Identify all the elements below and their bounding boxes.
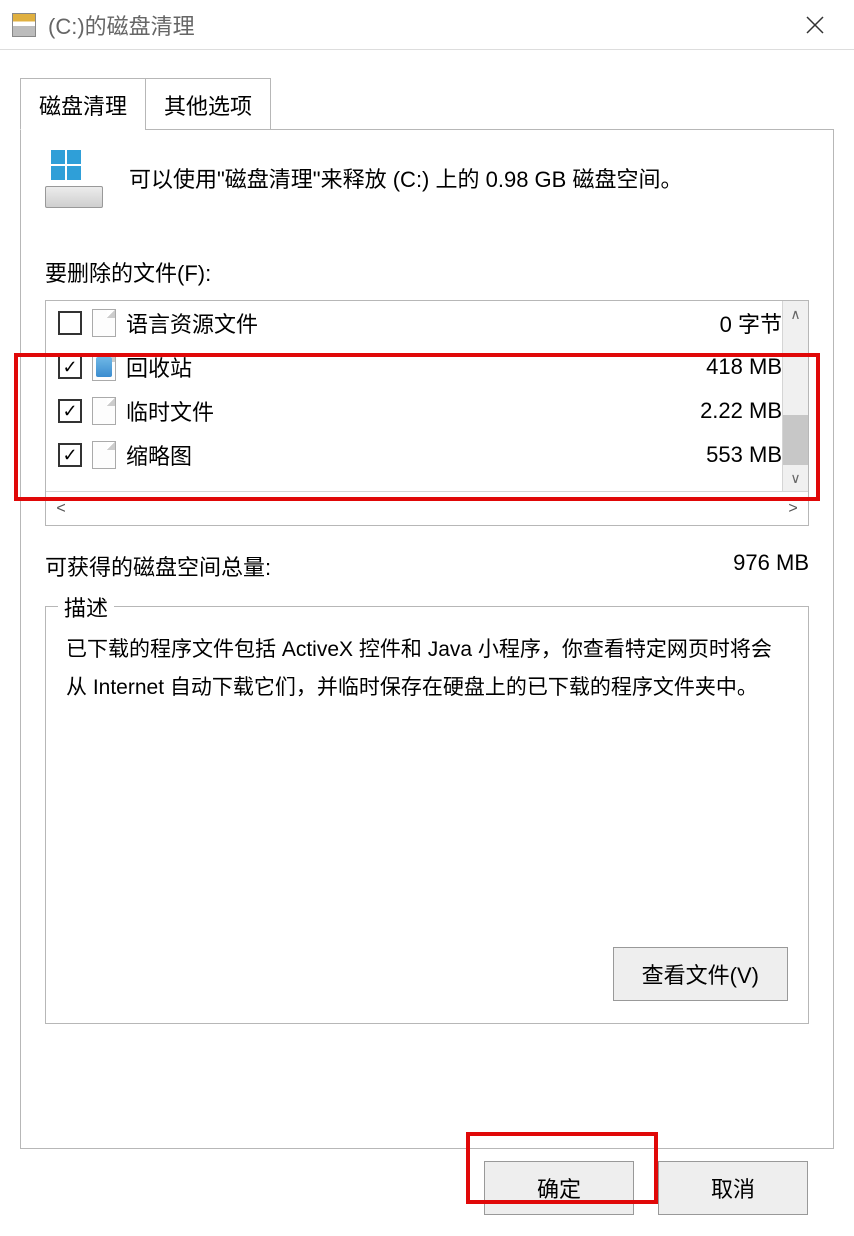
scroll-up-arrow-icon[interactable]: ∧ [783, 301, 808, 327]
checkbox[interactable]: ✓ [58, 399, 82, 423]
scroll-down-arrow-icon[interactable]: ∨ [783, 465, 808, 491]
disk-cleanup-icon [45, 158, 105, 208]
dialog-button-row: 确定 取消 [20, 1149, 834, 1215]
file-size: 418 MB [706, 354, 790, 380]
file-label: 语言资源文件 [126, 307, 710, 339]
file-icon [92, 441, 116, 469]
description-text: 已下载的程序文件包括 ActiveX 控件和 Java 小程序，你查看特定网页时… [66, 631, 788, 707]
close-button[interactable] [780, 2, 850, 48]
vertical-scrollbar[interactable]: ∧ ∨ [782, 301, 808, 491]
checkbox[interactable]: ✓ [58, 355, 82, 379]
titlebar: (C:)的磁盘清理 [0, 0, 854, 50]
files-listbox[interactable]: 语言资源文件 0 字节 ✓ 回收站 418 MB ✓ 临时文件 2.22 MB … [45, 300, 809, 526]
scroll-right-arrow-icon[interactable]: > [778, 500, 808, 518]
file-size: 2.22 MB [700, 398, 790, 424]
file-row[interactable]: ✓ 回收站 418 MB [46, 345, 808, 389]
description-group: 描述 已下载的程序文件包括 ActiveX 控件和 Java 小程序，你查看特定… [45, 606, 809, 1024]
file-size: 0 字节 [720, 307, 790, 339]
info-text: 可以使用"磁盘清理"来释放 (C:) 上的 0.98 GB 磁盘空间。 [129, 158, 809, 197]
file-icon [92, 309, 116, 337]
file-row[interactable]: 语言资源文件 0 字节 [46, 301, 808, 345]
drive-icon [12, 13, 36, 37]
tab-other-options[interactable]: 其他选项 [145, 78, 271, 130]
file-label: 缩略图 [126, 439, 696, 471]
ok-button[interactable]: 确定 [484, 1161, 634, 1215]
total-row: 可获得的磁盘空间总量: 976 MB [45, 550, 809, 582]
description-legend: 描述 [58, 591, 114, 623]
file-row[interactable]: ✓ 缩略图 553 MB [46, 433, 808, 477]
horizontal-scrollbar[interactable]: < > [46, 491, 808, 525]
window-title: (C:)的磁盘清理 [48, 9, 780, 41]
file-icon [92, 397, 116, 425]
tab-panel: 可以使用"磁盘清理"来释放 (C:) 上的 0.98 GB 磁盘空间。 要删除的… [20, 129, 834, 1149]
cancel-button[interactable]: 取消 [658, 1161, 808, 1215]
tab-strip: 磁盘清理 其他选项 [20, 78, 834, 130]
tab-disk-cleanup[interactable]: 磁盘清理 [20, 78, 146, 130]
files-to-delete-label: 要删除的文件(F): [45, 256, 809, 288]
view-files-button[interactable]: 查看文件(V) [613, 947, 788, 1001]
file-label: 临时文件 [126, 395, 690, 427]
total-value: 976 MB [733, 550, 809, 582]
close-icon [806, 16, 824, 34]
checkbox[interactable]: ✓ [58, 443, 82, 467]
file-label: 回收站 [126, 351, 696, 383]
checkbox[interactable] [58, 311, 82, 335]
file-size: 553 MB [706, 442, 790, 468]
recycle-bin-icon [92, 353, 116, 381]
scroll-left-arrow-icon[interactable]: < [46, 500, 76, 518]
info-row: 可以使用"磁盘清理"来释放 (C:) 上的 0.98 GB 磁盘空间。 [45, 158, 809, 208]
total-label: 可获得的磁盘空间总量: [45, 550, 733, 582]
file-row[interactable]: ✓ 临时文件 2.22 MB [46, 389, 808, 433]
scroll-thumb[interactable] [783, 415, 808, 465]
